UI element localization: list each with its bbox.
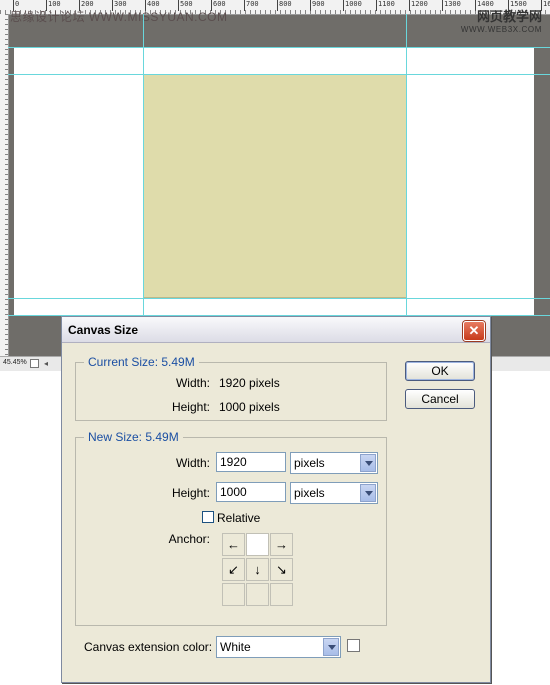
current-height-label: Height:: [171, 400, 210, 414]
current-height-value: 1000 pixels: [219, 400, 280, 414]
extension-color-value: White: [220, 640, 251, 654]
document-info-icon[interactable]: [30, 359, 39, 368]
ruler-tick-label: 1200: [409, 0, 428, 11]
ruler-tick-label: 400: [145, 0, 160, 11]
ruler-tick-label: 1600: [541, 0, 550, 11]
cancel-button[interactable]: Cancel: [405, 389, 475, 409]
close-icon[interactable]: ✕: [463, 321, 485, 341]
new-width-label: Width:: [175, 456, 210, 470]
canvas-size-dialog: Canvas Size ✕ Current Size: 5.49M Width:…: [61, 316, 491, 683]
anchor-cell-top-center[interactable]: [246, 533, 269, 556]
current-width-value: 1920 pixels: [219, 376, 280, 390]
anchor-cell-middle-center[interactable]: ↓: [246, 558, 269, 581]
ruler-tick-label: 800: [277, 0, 292, 11]
anchor-cell-middle-right[interactable]: ↘: [270, 558, 293, 581]
filled-rectangle[interactable]: [143, 74, 407, 298]
extension-color-select[interactable]: White: [216, 636, 341, 658]
anchor-cell-middle-left[interactable]: ↙: [222, 558, 245, 581]
zoom-level[interactable]: 45.45%: [3, 359, 27, 366]
relative-checkbox[interactable]: [202, 511, 214, 523]
anchor-cell-bottom-center[interactable]: [246, 583, 269, 606]
current-width-label: Width:: [175, 376, 210, 390]
anchor-cell-bottom-left[interactable]: [222, 583, 245, 606]
ruler-tick-label: 1000: [343, 0, 362, 11]
width-input[interactable]: 1920: [216, 452, 286, 472]
current-size-legend: Current Size: 5.49M: [88, 355, 195, 369]
guide-vertical[interactable]: [143, 14, 144, 358]
watermark-left: 思缘设计论坛 WWW.MISSYUAN.COM: [10, 10, 228, 24]
width-unit-select[interactable]: pixels: [290, 452, 378, 474]
extension-color-label: Canvas extension color:: [84, 640, 213, 654]
ruler-tick-label: 0: [12, 0, 20, 11]
watermark-right-url: WWW.WEB3X.COM: [460, 25, 542, 34]
ruler-tick-label: 500: [178, 0, 193, 11]
anchor-cell-top-right[interactable]: →: [270, 533, 293, 556]
ruler-tick-label: 300: [112, 0, 127, 11]
anchor-cell-top-left[interactable]: ←: [222, 533, 245, 556]
ruler-tick-label: 100: [46, 0, 61, 11]
dialog-title: Canvas Size: [68, 323, 139, 337]
vertical-ruler: [0, 14, 9, 356]
ruler-tick-label: 1100: [376, 0, 395, 11]
height-input[interactable]: 1000: [216, 482, 286, 502]
document-workspace: 0 100 200 300 400 500 600 700 800 900 1000 1100 1200…: [0, 0, 550, 371]
guide-horizontal[interactable]: [8, 47, 550, 48]
guide-horizontal[interactable]: [8, 298, 550, 299]
height-unit-value: pixels: [294, 486, 325, 500]
extension-color-swatch[interactable]: [347, 639, 360, 652]
guide-horizontal[interactable]: [8, 74, 550, 75]
scroll-left-icon[interactable]: ◂: [44, 359, 48, 368]
anchor-label: Anchor:: [168, 532, 210, 546]
watermark-right: 网页教学网 WWW.WEB3X.COM: [461, 6, 542, 34]
new-size-legend: New Size: 5.49M: [88, 430, 179, 444]
anchor-cell-bottom-right[interactable]: [270, 583, 293, 606]
ruler-tick-label: 200: [79, 0, 94, 11]
ok-button[interactable]: OK: [405, 361, 475, 381]
new-height-label: Height:: [171, 486, 210, 500]
chevron-down-icon[interactable]: [360, 484, 376, 502]
ruler-tick-label: 600: [211, 0, 226, 11]
width-unit-value: pixels: [294, 456, 325, 470]
watermark-right-title: 网页教学网: [476, 10, 542, 25]
chevron-down-icon[interactable]: [323, 638, 339, 656]
chevron-down-icon[interactable]: [360, 454, 376, 472]
dialog-titlebar[interactable]: Canvas Size ✕: [62, 317, 490, 343]
ruler-tick-label: 700: [244, 0, 259, 11]
height-unit-select[interactable]: pixels: [290, 482, 378, 504]
ruler-tick-label: 900: [310, 0, 325, 11]
relative-label[interactable]: Relative: [217, 511, 260, 525]
ruler-tick-label: 1300: [442, 0, 461, 11]
guide-vertical[interactable]: [406, 14, 407, 358]
